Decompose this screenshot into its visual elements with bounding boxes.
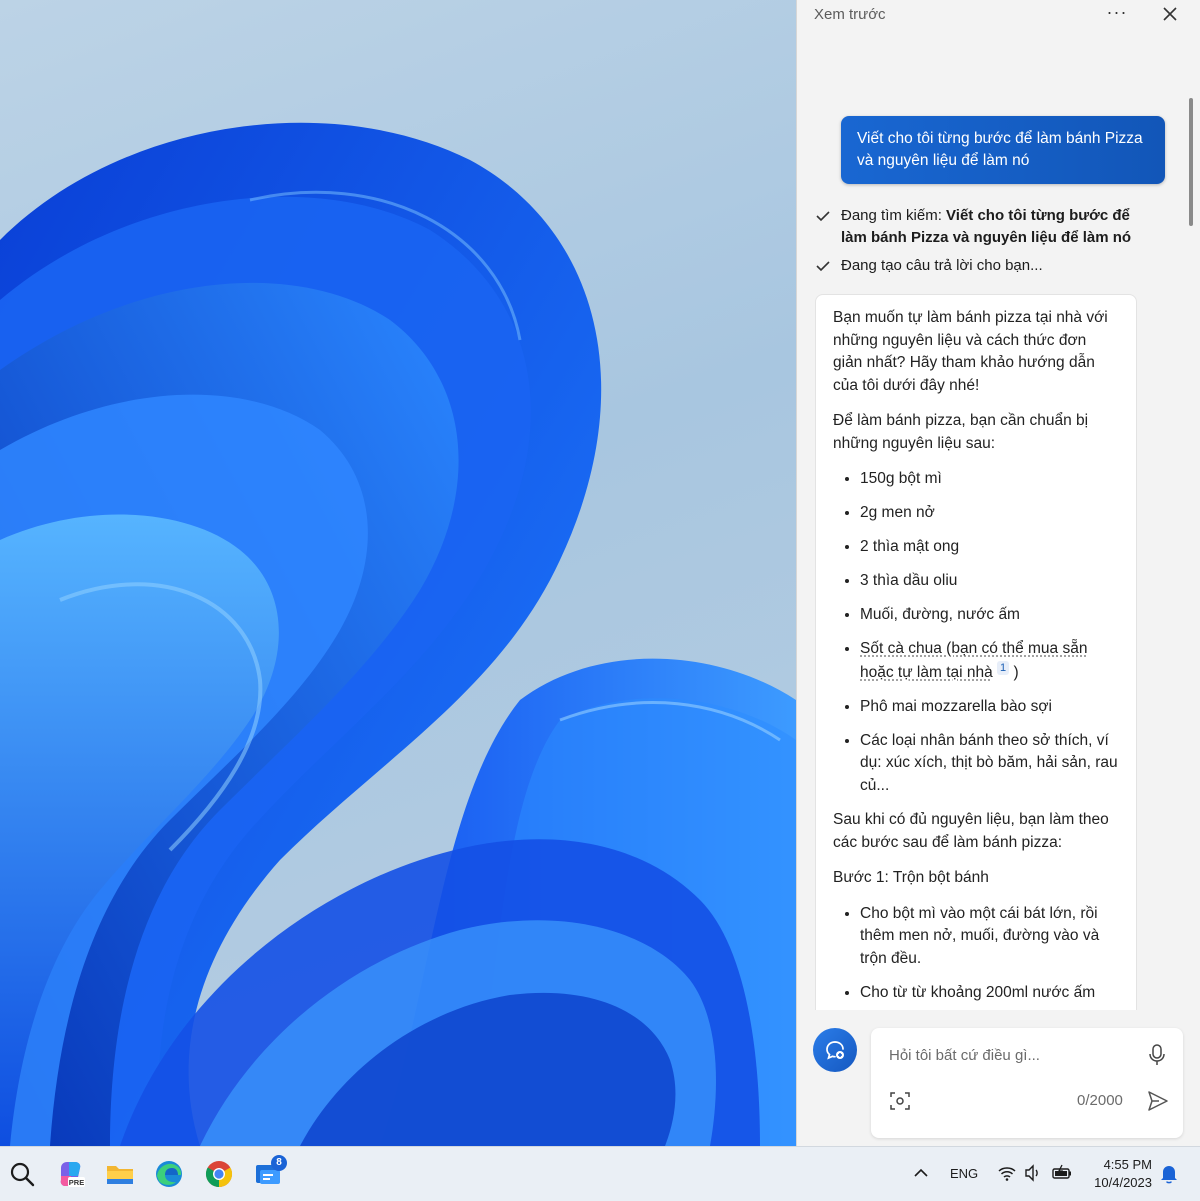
desktop-wallpaper [0, 0, 796, 1146]
copilot-panel: Xem trước ··· Viết cho tôi từng bước để … [796, 0, 1200, 1146]
taskbar-copilot-button[interactable]: PRE [55, 1158, 87, 1190]
copilot-answer-card: Bạn muốn tự làm bánh pizza tại nhà với n… [815, 294, 1137, 1054]
list-item: Phô mai mozzarella bào sợi [860, 696, 1119, 719]
chat-input[interactable] [887, 1042, 1131, 1068]
scrollbar-thumb[interactable] [1189, 98, 1193, 226]
more-options-button[interactable]: ··· [1103, 0, 1131, 28]
chrome-icon [203, 1158, 235, 1190]
list-item: 3 thìa dầu oliu [860, 570, 1119, 593]
chevron-up-icon [912, 1163, 930, 1183]
file-explorer-icon [104, 1158, 136, 1190]
step1-title: Bước 1: Trộn bột bánh [833, 867, 1119, 890]
status-generating: Đang tạo câu trả lời cho bạn... [815, 255, 1141, 277]
wifi-button[interactable] [997, 1163, 1017, 1183]
clock-date: 10/4/2023 [1080, 1174, 1152, 1192]
list-item: Muối, đường, nước ấm [860, 604, 1119, 627]
volume-button[interactable] [1023, 1163, 1043, 1183]
clock[interactable]: 4:55 PM 10/4/2023 [1080, 1156, 1152, 1192]
ingredients-list: 150g bột mì 2g men nở 2 thìa mật ong 3 t… [833, 468, 1119, 797]
answer-intro: Bạn muốn tự làm bánh pizza tại nhà với n… [833, 307, 1119, 397]
citation-close-paren: ) [1013, 664, 1018, 681]
taskbar-chrome-button[interactable] [203, 1158, 235, 1190]
input-language[interactable]: ENG [950, 1166, 978, 1181]
new-topic-icon [823, 1038, 847, 1062]
citation-link-text[interactable]: Sốt cà chua (bạn có thể mua sẵn hoặc tự … [860, 640, 1087, 681]
list-item: 150g bột mì [860, 468, 1119, 491]
search-icon [6, 1158, 38, 1190]
status-generating-text: Đang tạo câu trả lời cho bạn... [841, 255, 1141, 277]
send-icon [1145, 1088, 1171, 1114]
show-hidden-icons-button[interactable] [912, 1163, 930, 1183]
checkmark-icon [815, 255, 831, 277]
send-button[interactable] [1145, 1088, 1171, 1114]
list-item: Cho từ từ khoảng 200ml nước ấm [860, 982, 1119, 1005]
volume-icon [1023, 1163, 1043, 1183]
list-item: Sốt cà chua (bạn có thể mua sẵn hoặc tự … [860, 638, 1119, 684]
battery-button[interactable] [1051, 1163, 1073, 1183]
citation-badge[interactable]: 1 [997, 661, 1009, 675]
chat-input-box: 0/2000 [871, 1028, 1183, 1138]
taskbar-search-button[interactable] [6, 1158, 38, 1190]
list-item: 2g men nở [860, 502, 1119, 525]
status-searching: Đang tìm kiếm: Viết cho tôi từng bước để… [815, 205, 1141, 249]
list-item: Cho bột mì vào một cái bát lớn, rồi thêm… [860, 903, 1119, 971]
copilot-pre-icon: PRE [55, 1158, 87, 1190]
status-searching-label: Đang tìm kiếm: [841, 207, 942, 224]
character-count: 0/2000 [1077, 1092, 1123, 1109]
checkmark-icon [815, 205, 831, 227]
taskbar: PRE 8 ENG 4:55 PM 10/4/2023 [0, 1146, 1200, 1201]
battery-charging-icon [1051, 1163, 1073, 1183]
panel-title: Xem trước [814, 6, 886, 23]
svg-text:PRE: PRE [69, 1178, 84, 1187]
taskbar-file-explorer-button[interactable] [104, 1158, 136, 1190]
clock-time: 4:55 PM [1080, 1156, 1152, 1174]
user-message-bubble: Viết cho tôi từng bước để làm bánh Pizza… [841, 116, 1165, 184]
wifi-icon [997, 1163, 1017, 1183]
close-icon [1163, 7, 1177, 21]
notification-badge: 8 [271, 1155, 287, 1171]
bell-icon [1159, 1163, 1179, 1185]
screenshot-button[interactable] [889, 1090, 911, 1112]
taskbar-edge-button[interactable] [153, 1158, 185, 1190]
list-item: 2 thìa mật ong [860, 536, 1119, 559]
ingredients-intro: Để làm bánh pizza, bạn cần chuẩn bị nhữn… [833, 410, 1119, 455]
steps-intro: Sau khi có đủ nguyên liệu, bạn làm theo … [833, 809, 1119, 854]
notifications-button[interactable] [1159, 1163, 1179, 1185]
close-button[interactable] [1156, 0, 1184, 28]
step1-list: Cho bột mì vào một cái bát lớn, rồi thêm… [833, 903, 1119, 1005]
microphone-button[interactable] [1145, 1042, 1169, 1068]
more-horizontal-icon: ··· [1107, 2, 1128, 22]
screenshot-icon [889, 1090, 911, 1112]
composer-area: 0/2000 [797, 1010, 1200, 1146]
list-item: Các loại nhân bánh theo sở thích, ví dụ:… [860, 730, 1119, 798]
bloom-wallpaper-art [0, 0, 796, 1146]
edge-icon [153, 1158, 185, 1190]
microphone-icon [1145, 1042, 1169, 1068]
new-topic-button[interactable] [813, 1028, 857, 1072]
